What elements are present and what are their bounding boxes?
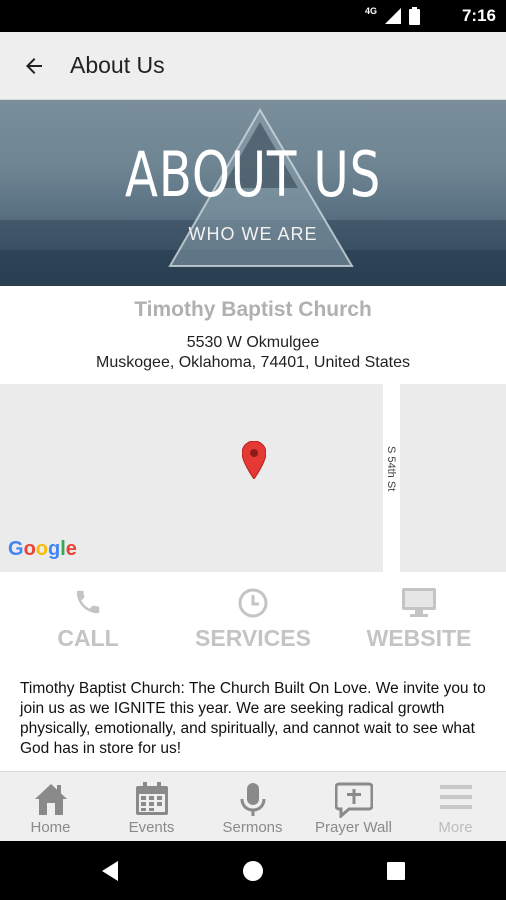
menu-icon <box>439 785 472 809</box>
action-row: CALL SERVICES WEBSITE <box>0 575 506 665</box>
phone-icon <box>76 590 100 614</box>
network-label: 4G <box>364 6 377 16</box>
hero-title: ABOUT US <box>124 138 382 211</box>
bottom-tab-bar: Home Events Sermons Prayer Wall More <box>0 771 506 841</box>
map-pin-icon[interactable] <box>242 441 266 479</box>
signal-icon <box>385 8 401 24</box>
back-button[interactable] <box>14 46 54 86</box>
home-icon <box>34 784 67 815</box>
tab-sermons[interactable]: Sermons <box>202 772 303 842</box>
monitor-icon <box>402 588 436 617</box>
website-button[interactable]: WEBSITE <box>334 575 504 665</box>
call-label: CALL <box>57 625 119 651</box>
tab-more-label: More <box>438 819 473 836</box>
status-icons: 4G <box>365 6 420 26</box>
services-button[interactable]: SERVICES <box>168 575 338 665</box>
triangle-back-icon <box>102 861 118 881</box>
circle-home-icon <box>243 861 263 881</box>
prayer-bubble-icon <box>334 782 373 818</box>
square-recents-icon <box>387 862 405 880</box>
tab-more[interactable]: More <box>405 772 506 842</box>
clock-icon <box>238 588 268 618</box>
microphone-icon <box>240 783 265 816</box>
tab-home[interactable]: Home <box>0 772 101 842</box>
church-description: Timothy Baptist Church: The Church Built… <box>20 680 486 757</box>
calendar-icon <box>135 782 168 815</box>
tab-prayer-wall-label: Prayer Wall <box>315 819 392 836</box>
nav-back-button[interactable] <box>94 855 126 887</box>
battery-icon <box>409 7 420 25</box>
address-line-2: Muskogee, Oklahoma, 74401, United States <box>96 354 410 371</box>
system-nav-bar <box>0 841 506 900</box>
nav-recents-button[interactable] <box>380 855 412 887</box>
street-label: S 54th St <box>385 446 397 491</box>
tab-events-label: Events <box>128 819 175 836</box>
tab-sermons-label: Sermons <box>222 819 283 836</box>
status-bar: 4G 7:16 <box>0 0 506 32</box>
call-button[interactable]: CALL <box>3 575 173 665</box>
hero-subtitle: WHO WE ARE <box>188 224 318 244</box>
address-line-1: 5530 W Okmulgee <box>186 334 320 351</box>
church-name: Timothy Baptist Church <box>134 298 372 321</box>
status-time: 7:16 <box>461 6 496 25</box>
tab-home-label: Home <box>30 819 71 836</box>
tab-prayer-wall[interactable]: Prayer Wall <box>303 772 404 842</box>
page-title: About Us <box>70 52 165 78</box>
app-bar: About Us <box>0 32 506 100</box>
tab-events[interactable]: Events <box>101 772 202 842</box>
website-label: WEBSITE <box>366 625 472 651</box>
google-logo: Google <box>8 538 77 560</box>
street-label-svg: S 54th St <box>385 446 397 491</box>
arrow-left-icon <box>26 58 42 74</box>
nav-home-button[interactable] <box>237 855 269 887</box>
services-label: SERVICES <box>195 625 311 651</box>
